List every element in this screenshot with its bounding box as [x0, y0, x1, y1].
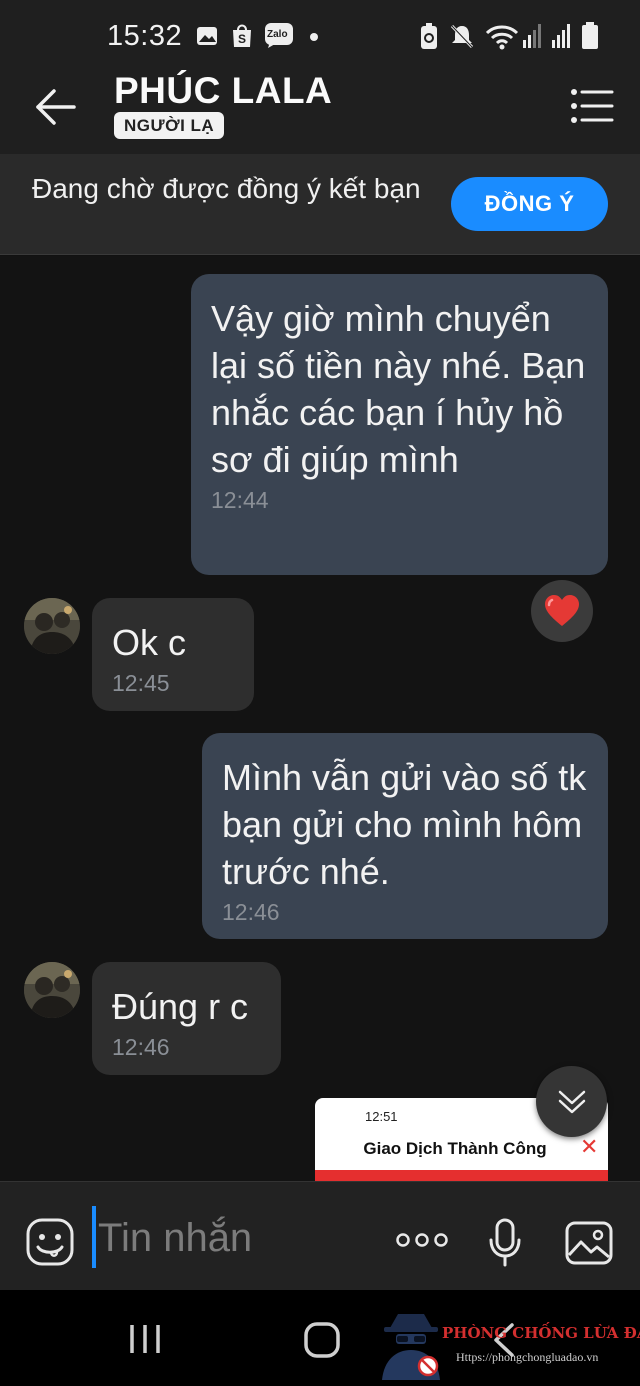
gallery-icon: [197, 27, 217, 45]
double-chevron-down-icon: [558, 1090, 585, 1113]
text-caret: [92, 1206, 96, 1268]
svg-text:S: S: [238, 32, 246, 46]
signal-icon: [552, 24, 570, 48]
heart-icon: [545, 595, 579, 626]
dot-icon: [310, 33, 318, 41]
more-icon[interactable]: [395, 1232, 449, 1248]
message-time: 12:44: [211, 487, 269, 513]
preview-time: 12:51: [365, 1109, 398, 1124]
preview-title: Giao Dịch Thành Công: [363, 1139, 547, 1158]
signal-icon: [523, 24, 541, 48]
message-text: Vậy giờ mình chuyển lại số tiền này nhé.…: [211, 298, 586, 480]
message-bubble-incoming[interactable]: Đúng r c 12:46: [92, 962, 281, 1075]
preview-banner: [315, 1170, 608, 1181]
reaction-heart[interactable]: [531, 580, 593, 642]
contact-avatar[interactable]: [24, 598, 80, 654]
message-bubble-incoming[interactable]: Ok c 12:45: [92, 598, 254, 711]
menu-list-icon[interactable]: [568, 86, 616, 126]
mute-icon: [450, 24, 474, 49]
message-list[interactable]: Vậy giờ mình chuyển lại số tiền này nhé.…: [0, 256, 640, 1181]
avatar-image: [24, 598, 80, 654]
message-composer: [0, 1181, 640, 1290]
chat-header: PHÚC LALA NGƯỜI LẠ: [0, 62, 640, 154]
wifi-icon: [485, 25, 519, 50]
recent-apps-icon[interactable]: [128, 1323, 162, 1355]
message-bubble-outgoing[interactable]: Vậy giờ mình chuyển lại số tiền này nhé.…: [191, 274, 608, 575]
battery-icon: [582, 22, 598, 49]
status-bar: 15:32 S Zalo: [0, 0, 640, 62]
message-text: Đúng r c: [112, 986, 249, 1027]
stranger-badge: NGƯỜI LẠ: [114, 112, 225, 139]
message-text: Mình vẫn gửi vào số tk bạn gửi cho mình …: [222, 757, 587, 892]
scroll-to-bottom-button[interactable]: [536, 1066, 607, 1137]
watermark-url: Https://phongchongluadao.vn: [456, 1350, 599, 1364]
friend-request-status: Đang chờ được đồng ý kết bạn: [32, 173, 421, 204]
shopee-icon: S: [233, 24, 251, 47]
image-icon[interactable]: [564, 1220, 614, 1266]
message-input[interactable]: [98, 1210, 368, 1266]
microphone-icon[interactable]: [488, 1218, 522, 1268]
contact-name[interactable]: PHÚC LALA: [114, 70, 332, 112]
message-time: 12:46: [222, 899, 280, 925]
contact-avatar[interactable]: [24, 962, 80, 1018]
arrow-left-icon[interactable]: [30, 82, 80, 132]
zalo-label: Zalo: [267, 29, 288, 40]
avatar-image: [24, 962, 80, 1018]
message-text: Ok c: [112, 622, 187, 663]
preview-close-icon: ✕: [580, 1134, 599, 1159]
status-time: 15:32: [107, 20, 183, 52]
emoji-icon[interactable]: [25, 1217, 75, 1267]
friend-request-banner: Đang chờ được đồng ý kết bạn ĐỒNG Ý: [0, 154, 640, 255]
accept-friend-button[interactable]: ĐỒNG Ý: [451, 177, 608, 231]
spy-logo-icon: [382, 1314, 440, 1380]
watermark: PHÒNG CHỐNG LỪA ĐẢO Https://phongchonglu…: [380, 1310, 640, 1380]
home-icon[interactable]: [303, 1321, 341, 1359]
message-time: 12:45: [112, 670, 170, 696]
message-time: 12:46: [112, 1034, 170, 1060]
watermark-title: PHÒNG CHỐNG LỪA ĐẢO: [442, 1324, 640, 1342]
message-bubble-outgoing[interactable]: Mình vẫn gửi vào số tk bạn gửi cho mình …: [202, 733, 608, 939]
battery-saver-icon: [421, 23, 437, 49]
